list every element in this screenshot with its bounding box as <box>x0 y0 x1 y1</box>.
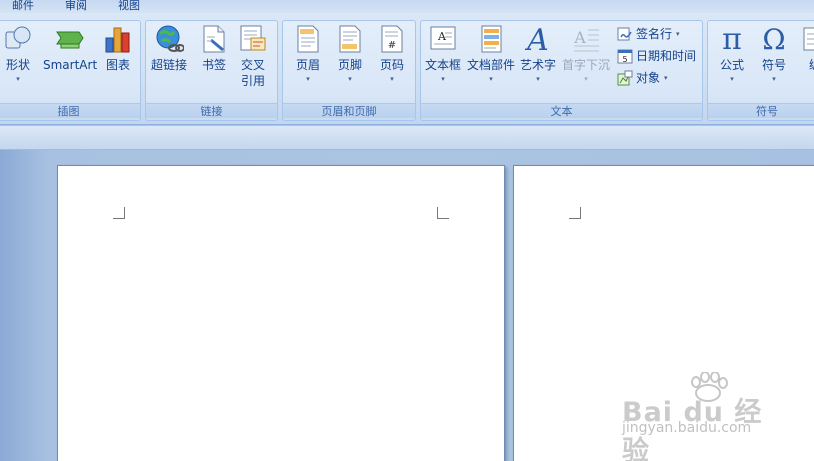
symbol-button[interactable]: Ω 符号 ▾ <box>759 23 789 83</box>
tab-view[interactable]: 视图 <box>118 0 140 13</box>
cross-reference-label-line1: 交叉 <box>240 58 265 72</box>
object-button[interactable]: 对象 ▾ <box>617 69 668 86</box>
cross-reference-label-line2: 引用 <box>240 74 265 88</box>
group-links: 超链接 书签 交叉 引用 链接 <box>145 20 278 121</box>
document-page-1[interactable] <box>57 165 505 461</box>
signature-line-icon <box>617 26 633 42</box>
footer-button[interactable]: 页脚 ▾ <box>335 24 365 83</box>
chevron-down-icon: ▾ <box>772 75 776 83</box>
drop-cap-button[interactable]: A 首字下沉 ▾ <box>562 24 610 83</box>
chevron-down-icon: ▾ <box>676 29 680 38</box>
header-icon <box>293 24 323 54</box>
group-label-text: 文本 <box>421 103 702 118</box>
tab-review[interactable]: 审阅 <box>65 0 87 13</box>
date-time-button[interactable]: 5 日期和时间 <box>617 47 696 64</box>
baidu-jingyan-watermark: Bai du 经验 jingyan.baidu.com <box>622 372 782 461</box>
chevron-down-icon: ▾ <box>306 75 310 83</box>
chevron-down-icon: ▾ <box>441 75 445 83</box>
margin-corner-top-left <box>569 207 581 219</box>
header-button[interactable]: 页眉 ▾ <box>293 24 323 83</box>
chevron-down-icon: ▾ <box>390 75 394 83</box>
svg-text:5: 5 <box>622 55 627 64</box>
svg-text:A: A <box>524 24 549 54</box>
chevron-down-icon: ▾ <box>664 73 668 82</box>
group-label-symbols: 符号 <box>708 103 814 118</box>
wordart-icon: A <box>523 23 553 58</box>
chevron-down-icon: ▾ <box>536 75 540 83</box>
group-header-footer: 页眉 ▾ 页脚 ▾ # 页码 ▾ 页眉和页脚 <box>282 20 416 121</box>
calendar-icon: 5 <box>617 48 633 64</box>
group-label-header-footer: 页眉和页脚 <box>283 103 415 118</box>
cross-reference-button[interactable]: 交叉 引用 <box>238 24 268 89</box>
hyperlink-button[interactable]: 超链接 <box>151 24 187 73</box>
signature-line-button[interactable]: 签名行 ▾ <box>617 25 680 42</box>
page-number-button[interactable]: # 页码 ▾ <box>377 24 407 83</box>
drop-cap-icon: A <box>571 24 601 54</box>
chart-icon <box>103 24 133 54</box>
quick-parts-icon <box>476 24 506 54</box>
ribbon: 形状 ▾ SmartArt 图表 插图 超链接 书签 交叉 引用 链接 页眉 ▾… <box>0 13 814 125</box>
tab-mailings[interactable]: 邮件 <box>12 0 34 13</box>
footer-icon <box>335 24 365 54</box>
page-number-icon: # <box>377 24 407 54</box>
smartart-icon <box>55 24 85 54</box>
cross-reference-icon <box>238 24 268 54</box>
omega-symbol-icon: Ω <box>759 23 789 56</box>
group-symbols: π 公式 ▾ Ω 符号 ▾ 编 符号 <box>707 20 814 121</box>
svg-text:#: # <box>388 40 396 51</box>
pi-equation-icon: π <box>717 22 747 57</box>
group-text: A 文本框 ▾ 文档部件 ▾ A 艺术字 ▾ A 首字下沉 ▾ 签名行 ▾ 5 … <box>420 20 703 121</box>
bookmark-button[interactable]: 书签 <box>199 24 229 73</box>
group-label-illustrations: 插图 <box>0 103 140 118</box>
shapes-button[interactable]: 形状 ▾ <box>3 24 33 83</box>
quick-parts-button[interactable]: 文档部件 ▾ <box>467 24 515 83</box>
object-icon <box>617 70 633 86</box>
watermark-url: jingyan.baidu.com <box>622 420 752 436</box>
chart-button[interactable]: 图表 <box>103 24 133 73</box>
ribbon-tab-strip: 邮件 审阅 视图 <box>0 0 814 13</box>
textbox-button[interactable]: A 文本框 ▾ <box>425 24 461 83</box>
margin-corner-top-left <box>113 207 125 219</box>
chevron-down-icon: ▾ <box>584 75 588 83</box>
group-label-links: 链接 <box>146 103 277 118</box>
numbering-icon <box>800 24 814 54</box>
svg-text:Ω: Ω <box>762 24 785 54</box>
group-illustrations: 形状 ▾ SmartArt 图表 插图 <box>0 20 141 121</box>
hyperlink-icon <box>154 24 185 54</box>
chevron-down-icon: ▾ <box>348 75 352 83</box>
chevron-down-icon: ▾ <box>730 75 734 83</box>
wordart-button[interactable]: A 艺术字 ▾ <box>520 23 556 83</box>
textbox-icon: A <box>428 24 458 54</box>
equation-button[interactable]: π 公式 ▾ <box>717 22 747 83</box>
svg-text:π: π <box>722 24 742 54</box>
shapes-icon <box>3 24 33 54</box>
svg-text:A: A <box>573 28 586 47</box>
smartart-button[interactable]: SmartArt <box>43 24 97 73</box>
bookmark-icon <box>199 24 229 54</box>
ruler-bar <box>0 126 814 150</box>
chevron-down-icon: ▾ <box>489 75 493 83</box>
numbering-button[interactable]: 编 <box>800 24 814 73</box>
margin-corner-top-right <box>437 207 449 219</box>
chevron-down-icon: ▾ <box>16 75 20 83</box>
